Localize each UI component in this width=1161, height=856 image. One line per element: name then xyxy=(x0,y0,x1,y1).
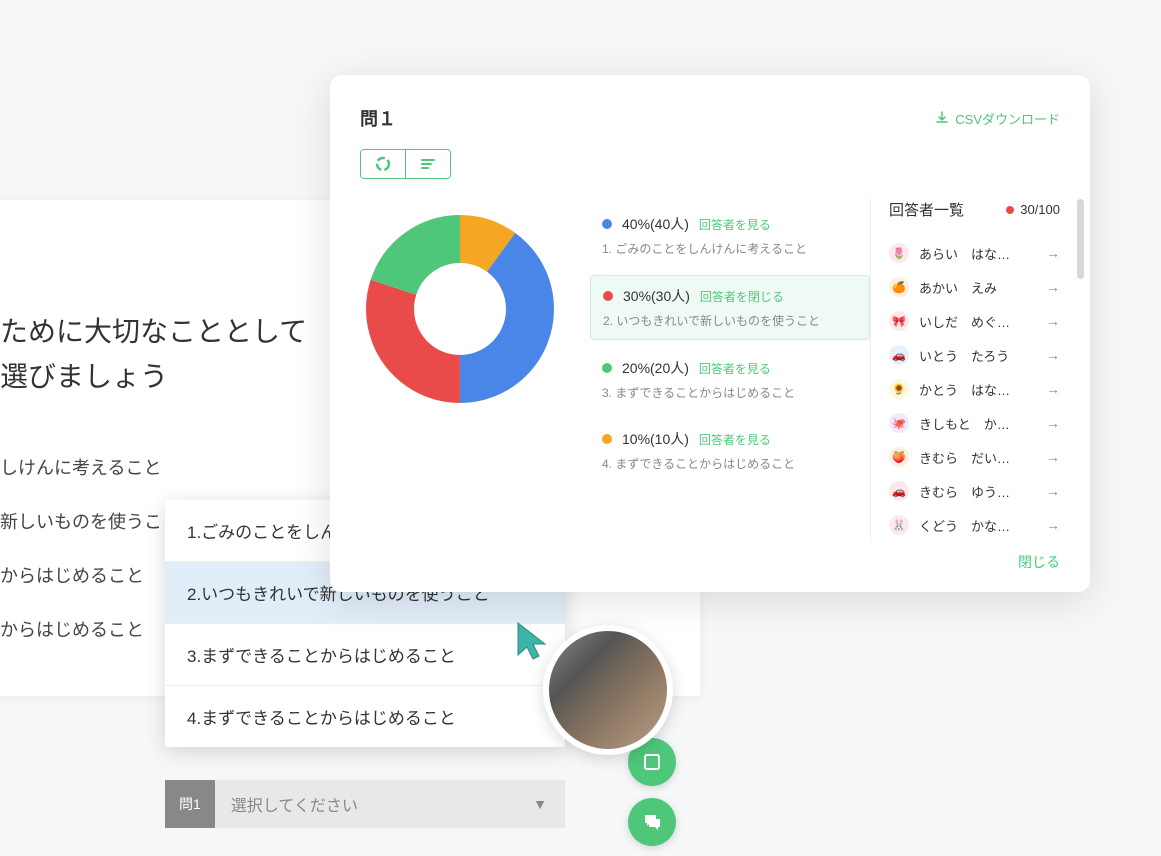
arrow-right-icon: → xyxy=(1046,245,1060,261)
respondents-count: 30/100 xyxy=(1006,202,1060,217)
question-title-line2: 選びましょう xyxy=(0,361,168,392)
donut-icon xyxy=(375,156,391,172)
arrow-right-icon: → xyxy=(1046,279,1060,295)
legend-label-4: 4. まずできることからはじめること xyxy=(602,455,858,472)
respondent-name: きむら ゆう… xyxy=(919,482,1036,501)
legend-item-4[interactable]: 10%(10人) 回答者を見る 4. まずできることからはじめること xyxy=(590,419,870,482)
respondent-avatar-icon: 🚗 xyxy=(889,481,909,501)
respondent-item[interactable]: 🐙 きしもと か… → xyxy=(889,406,1060,440)
respondent-name: いとう たろう xyxy=(919,346,1036,365)
respondent-avatar-icon: 🍑 xyxy=(889,447,909,467)
respondents-count-text: 30/100 xyxy=(1020,202,1060,217)
legend-dot-2 xyxy=(603,291,613,301)
respondent-avatar-icon: 🎀 xyxy=(889,311,909,331)
respondent-item[interactable]: 🍑 きむら だい… → xyxy=(889,440,1060,474)
respondents-section: 回答者一覧 30/100 🌷 あらい はな… → 🍊 あかい えみ → 🎀 いし… xyxy=(870,199,1060,542)
csv-download-label: CSVダウンロード xyxy=(955,109,1060,128)
legend-percent-2: 30%(30人) xyxy=(623,286,690,306)
view-toggle-list[interactable] xyxy=(406,150,450,178)
legend-percent-1: 40%(40人) xyxy=(622,214,689,234)
legend-label-1: 1. ごみのことをしんけんに考えること xyxy=(602,240,858,257)
select-badge: 問1 xyxy=(165,780,215,828)
arrow-right-icon: → xyxy=(1046,449,1060,465)
respondent-name: きむら だい… xyxy=(919,448,1036,467)
respondent-avatar-icon: 🐰 xyxy=(889,515,909,535)
legend-item-3[interactable]: 20%(20人) 回答者を見る 3. まずできることからはじめること xyxy=(590,348,870,411)
legend-dot-3 xyxy=(602,363,612,373)
respondent-avatar-icon: 🌻 xyxy=(889,379,909,399)
legend-dot-1 xyxy=(602,219,612,229)
list-icon xyxy=(420,156,436,172)
legend-label-3: 3. まずできることからはじめること xyxy=(602,384,858,401)
close-button[interactable]: 閉じる xyxy=(1018,552,1060,572)
legend-label-2: 2. いつもきれいで新しいものを使うこと xyxy=(603,312,857,329)
panel-footer: 閉じる xyxy=(360,552,1060,572)
legend-percent-3: 20%(20人) xyxy=(622,358,689,378)
select-placeholder: 選択してください xyxy=(215,792,533,816)
chart-section: 40%(40人) 回答者を見る 1. ごみのことをしんけんに考えること 30%(… xyxy=(360,199,870,542)
arrow-right-icon: → xyxy=(1046,483,1060,499)
legend-link-3[interactable]: 回答者を見る xyxy=(699,360,771,377)
respondent-item[interactable]: 🐰 くどう かな… → xyxy=(889,508,1060,542)
download-icon xyxy=(935,111,949,125)
student-avatar xyxy=(543,625,673,755)
legend-item-1[interactable]: 40%(40人) 回答者を見る 1. ごみのことをしんけんに考えること xyxy=(590,204,870,267)
view-toggle-chart[interactable] xyxy=(361,150,406,178)
panel-title: 問１ xyxy=(360,105,396,131)
dropdown-item-3[interactable]: 3.まずできることからはじめること xyxy=(165,624,565,686)
scrollbar[interactable] xyxy=(1077,199,1084,279)
respondent-list: 🌷 あらい はな… → 🍊 あかい えみ → 🎀 いしだ めぐ… → 🚗 いとう… xyxy=(889,236,1060,542)
cursor-pointer-icon xyxy=(515,620,553,667)
respondent-name: きしもと か… xyxy=(919,414,1036,433)
respondent-item[interactable]: 🌷 あらい はな… → xyxy=(889,236,1060,270)
respondent-name: かとう はな… xyxy=(919,380,1036,399)
respondent-item[interactable]: 🎀 いしだ めぐ… → xyxy=(889,304,1060,338)
respondent-name: くどう かな… xyxy=(919,516,1036,535)
respondent-avatar-icon: 🍊 xyxy=(889,277,909,297)
respondent-name: いしだ めぐ… xyxy=(919,312,1036,331)
question-title-line1: ために大切なこととして xyxy=(0,316,307,347)
live-indicator-icon xyxy=(1006,206,1014,214)
donut-chart xyxy=(360,209,560,409)
legend-dot-4 xyxy=(602,434,612,444)
respondent-avatar-icon: 🐙 xyxy=(889,413,909,433)
respondent-item[interactable]: 🚗 いとう たろう → xyxy=(889,338,1060,372)
legend-link-2[interactable]: 回答者を閉じる xyxy=(700,288,784,305)
respondents-header: 回答者一覧 30/100 xyxy=(889,199,1060,220)
analytics-panel: 問１ CSVダウンロード xyxy=(330,75,1090,592)
legend-section: 40%(40人) 回答者を見る 1. ごみのことをしんけんに考えること 30%(… xyxy=(590,199,870,542)
panel-header: 問１ CSVダウンロード xyxy=(360,105,1060,131)
fab-chat-button[interactable] xyxy=(628,798,676,846)
respondent-item[interactable]: 🚗 きむら ゆう… → xyxy=(889,474,1060,508)
respondent-item[interactable]: 🌻 かとう はな… → xyxy=(889,372,1060,406)
arrow-right-icon: → xyxy=(1046,415,1060,431)
legend-link-4[interactable]: 回答者を見る xyxy=(699,431,771,448)
respondent-avatar-icon: 🚗 xyxy=(889,345,909,365)
arrow-right-icon: → xyxy=(1046,313,1060,329)
dropdown-item-4[interactable]: 4.まずできることからはじめること xyxy=(165,686,565,747)
arrow-right-icon: → xyxy=(1046,517,1060,533)
respondent-item[interactable]: 🍊 あかい えみ → xyxy=(889,270,1060,304)
arrow-right-icon: → xyxy=(1046,381,1060,397)
chevron-down-icon: ▼ xyxy=(533,796,565,812)
legend-percent-4: 10%(10人) xyxy=(622,429,689,449)
csv-download-button[interactable]: CSVダウンロード xyxy=(935,109,1060,128)
view-toggle xyxy=(360,149,451,179)
legend-item-2[interactable]: 30%(30人) 回答者を閉じる 2. いつもきれいで新しいものを使うこと xyxy=(590,275,870,340)
panel-body: 40%(40人) 回答者を見る 1. ごみのことをしんけんに考えること 30%(… xyxy=(360,199,1060,542)
respondents-title: 回答者一覧 xyxy=(889,199,964,220)
arrow-right-icon: → xyxy=(1046,347,1060,363)
legend-link-1[interactable]: 回答者を見る xyxy=(699,216,771,233)
respondent-name: あかい えみ xyxy=(919,278,1036,297)
respondent-avatar-icon: 🌷 xyxy=(889,243,909,263)
question-select-input[interactable]: 問1 選択してください ▼ xyxy=(165,780,565,828)
respondent-name: あらい はな… xyxy=(919,244,1036,263)
